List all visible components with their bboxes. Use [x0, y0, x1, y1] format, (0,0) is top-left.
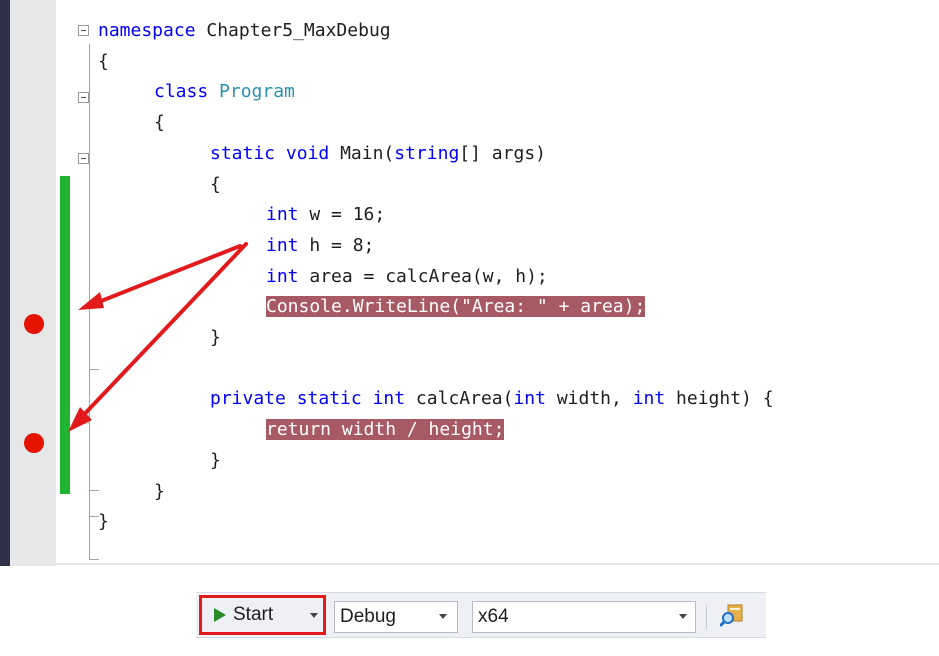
breakpoint-icon[interactable]: [24, 314, 44, 334]
code-token: int: [266, 265, 299, 287]
code-line[interactable]: int w = 16;: [266, 202, 385, 228]
platform-value: x64: [478, 606, 509, 627]
annotation-arrow: [84, 244, 242, 309]
code-line[interactable]: return width / height;: [266, 417, 505, 443]
code-token: Main(: [329, 142, 395, 164]
code-line[interactable]: static void Main(string[] args): [210, 141, 546, 167]
play-icon: [214, 608, 226, 622]
code-token: int: [513, 388, 546, 410]
outline-guide: [89, 559, 99, 560]
code-token: {: [154, 112, 165, 134]
code-token: private: [210, 388, 286, 410]
code-line[interactable]: }: [210, 448, 221, 474]
code-token: Chapter5_MaxDebug: [195, 20, 391, 41]
outline-guide: [89, 369, 99, 370]
code-editor[interactable]: namespace Chapter5_MaxDebug { class Progra…: [0, 0, 939, 566]
code-token: void: [285, 142, 330, 164]
start-debugging-button[interactable]: Start: [199, 595, 326, 635]
chevron-down-icon: [439, 614, 447, 619]
change-tracking-bar: [60, 176, 70, 494]
code-line[interactable]: Console.WriteLine("Area: " + area);: [266, 294, 646, 320]
code-token: }: [210, 449, 221, 471]
code-line[interactable]: namespace Chapter5_MaxDebug: [98, 18, 391, 44]
debug-toolbar: Start Debug x64: [196, 592, 766, 638]
code-line[interactable]: {: [98, 49, 109, 75]
code-line[interactable]: int h = 8;: [266, 233, 374, 259]
editor-left-border: [0, 0, 10, 566]
code-line[interactable]: {: [210, 172, 221, 198]
code-token: string: [394, 142, 460, 164]
code-token: Program: [219, 81, 295, 103]
code-token: return width / height;: [266, 419, 505, 441]
start-label: Start: [233, 604, 274, 625]
code-token: w = 16;: [298, 204, 386, 226]
code-token: }: [210, 327, 221, 348]
code-line[interactable]: {: [154, 110, 165, 136]
collapse-class-icon[interactable]: [78, 92, 89, 103]
arrowhead: [78, 292, 104, 310]
code-token: calcArea(: [405, 388, 514, 410]
breakpoint-icon[interactable]: [24, 433, 44, 453]
code-token: Console.WriteLine("Area: " + area);: [266, 296, 646, 318]
collapse-method-icon[interactable]: [78, 413, 89, 424]
code-token: {: [98, 50, 109, 72]
outline-guide: [89, 490, 99, 491]
outline-guide: [89, 44, 90, 560]
code-line[interactable]: class Program: [154, 79, 295, 105]
code-line[interactable]: private static int calcArea(int width, i…: [210, 386, 774, 412]
code-token: }: [154, 480, 165, 502]
configuration-dropdown[interactable]: Debug: [334, 601, 458, 633]
editor-divider: [10, 563, 939, 565]
chevron-down-icon[interactable]: [310, 613, 318, 618]
code-token: static: [210, 142, 276, 164]
code-token: area = calcArea(w, h);: [298, 265, 548, 287]
find-in-files-icon[interactable]: [720, 603, 744, 627]
code-token: int: [266, 204, 299, 226]
code-token: [] args): [459, 142, 546, 164]
code-token: static: [296, 388, 362, 410]
code-line[interactable]: }: [154, 479, 165, 505]
code-token: int: [632, 388, 666, 410]
code-token: {: [210, 173, 221, 195]
code-token: int: [266, 234, 299, 256]
toolbar-separator: [706, 605, 707, 629]
configuration-value: Debug: [340, 606, 396, 627]
collapse-namespace-icon[interactable]: [78, 25, 89, 36]
breakpoint-margin[interactable]: [10, 0, 56, 566]
platform-dropdown[interactable]: x64: [472, 601, 696, 633]
code-token: height) {: [665, 388, 774, 410]
code-token: class: [154, 81, 209, 103]
chevron-down-icon: [679, 614, 687, 619]
code-token: namespace: [98, 20, 196, 41]
code-token: h = 8;: [298, 234, 375, 256]
collapse-method-icon[interactable]: [78, 153, 89, 164]
code-token: }: [98, 511, 109, 533]
code-line[interactable]: }: [98, 509, 109, 535]
code-line[interactable]: }: [210, 325, 221, 351]
code-line[interactable]: int area = calcArea(w, h);: [266, 264, 548, 290]
code-token: int: [372, 388, 406, 410]
code-token: width,: [545, 388, 633, 410]
